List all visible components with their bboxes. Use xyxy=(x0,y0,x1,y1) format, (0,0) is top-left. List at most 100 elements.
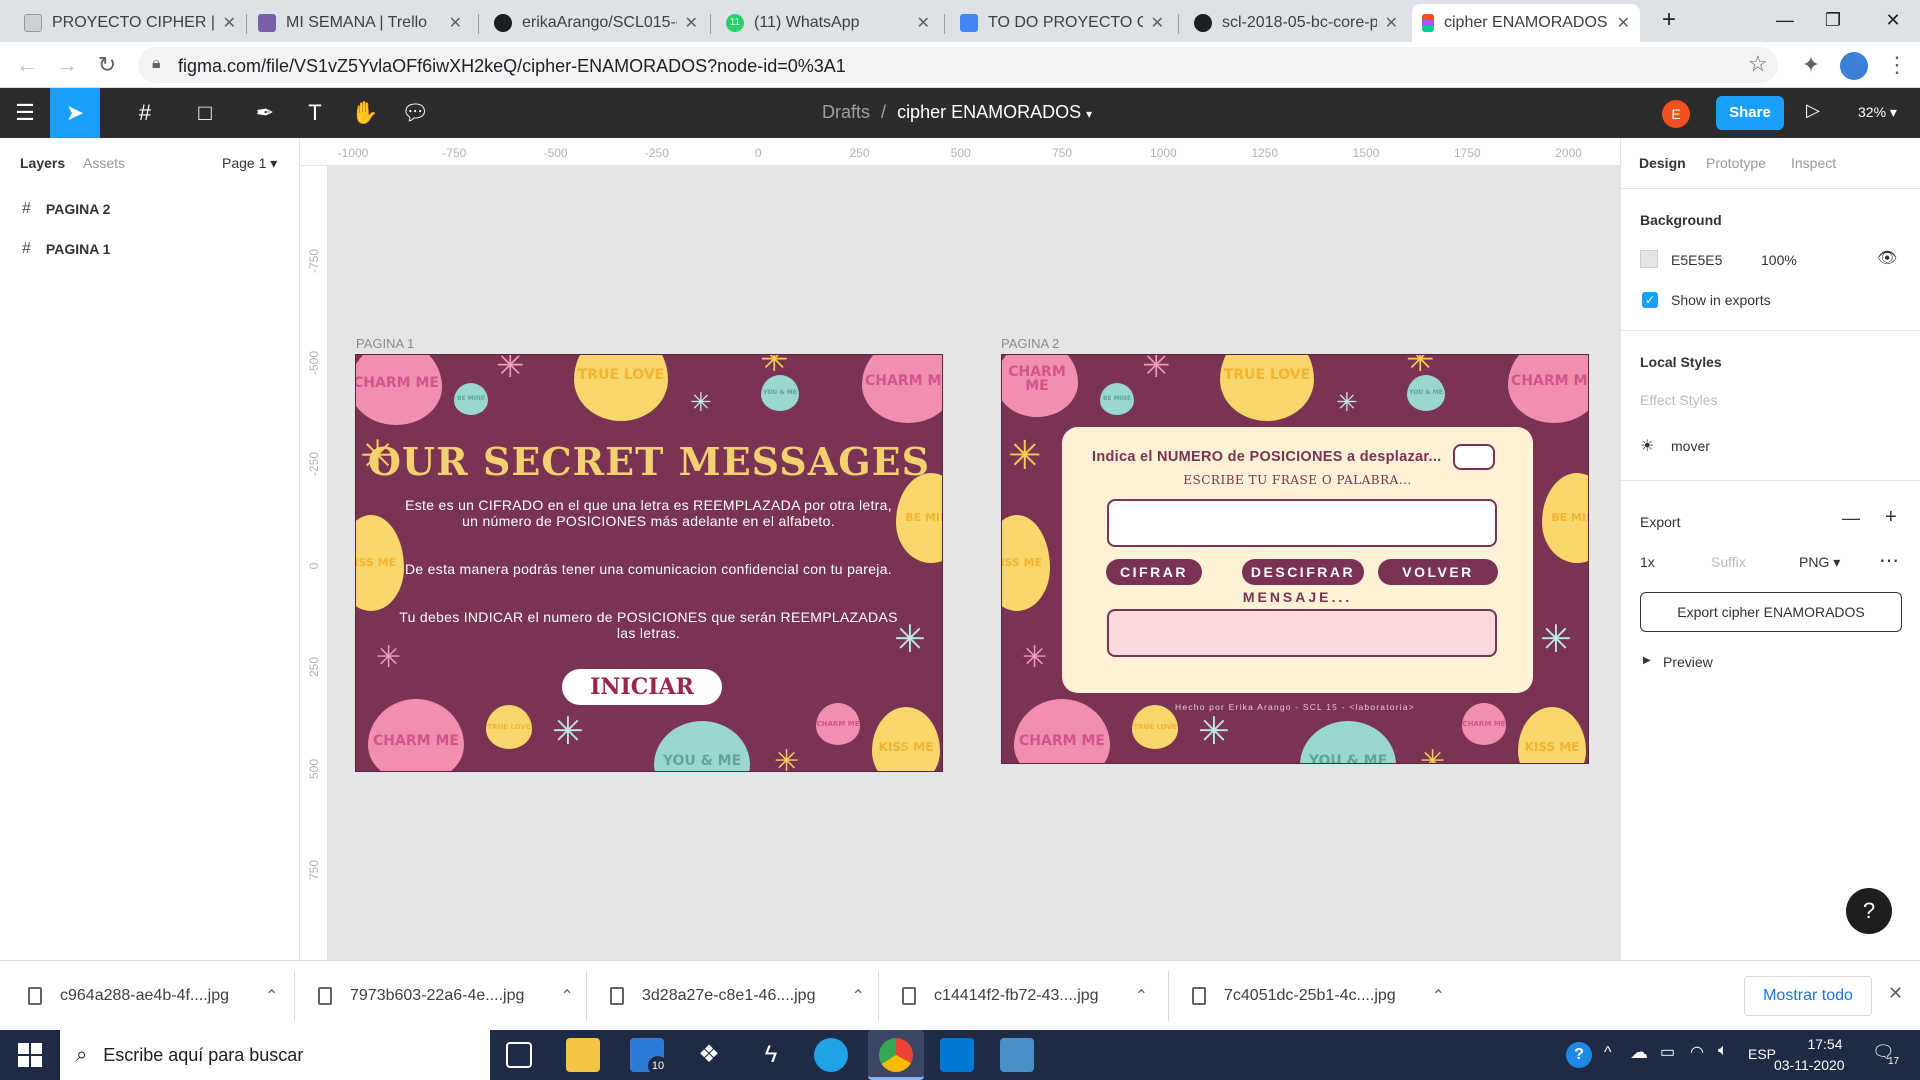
tab-assets[interactable]: Assets xyxy=(83,155,125,171)
task-view-icon[interactable] xyxy=(506,1042,532,1068)
star-icon[interactable]: ☆ xyxy=(1748,51,1768,77)
checkbox-checked[interactable]: ✓ xyxy=(1642,292,1658,308)
frame-tool-icon[interactable]: # xyxy=(120,88,170,138)
close-icon[interactable]: ✕ xyxy=(1617,13,1630,33)
canvas[interactable]: PAGINA 1 CHARM ME BE MINE ✳ TRUE LOVE ✳ … xyxy=(328,166,1620,960)
main-menu-icon[interactable]: ☰ xyxy=(0,88,50,138)
profile-avatar[interactable] xyxy=(1840,52,1868,80)
app-bolt-icon[interactable]: ϟ xyxy=(754,1038,788,1072)
color-swatch[interactable] xyxy=(1640,250,1658,268)
battery-icon[interactable]: ▭ xyxy=(1660,1042,1675,1062)
back-icon[interactable]: ← xyxy=(12,50,42,80)
language-indicator[interactable]: ESP xyxy=(1748,1046,1776,1062)
minus-icon[interactable]: — xyxy=(1842,508,1860,529)
vscode-icon[interactable] xyxy=(940,1038,974,1072)
download-item[interactable]: 7973b603-22a6-4e....jpg ⌃ xyxy=(318,961,574,1031)
close-icon[interactable]: ✕ xyxy=(1151,13,1164,33)
cifrar-button[interactable]: CIFRAR xyxy=(1106,559,1202,585)
text-tool-icon[interactable]: T xyxy=(290,88,340,138)
frame-label[interactable]: PAGINA 2 xyxy=(1001,336,1059,351)
plus-icon[interactable]: + xyxy=(1885,506,1897,529)
extensions-icon[interactable]: ✦ xyxy=(1796,50,1826,80)
positions-input[interactable] xyxy=(1453,444,1495,470)
cloud-icon[interactable]: ☁︎ xyxy=(1630,1042,1648,1063)
browser-tab[interactable]: 11 (11) WhatsApp ✕ xyxy=(716,4,940,42)
clock-time[interactable]: 17:54 xyxy=(1790,1036,1860,1052)
browser-tab[interactable]: scl-2018-05-bc-core-p ✕ xyxy=(1184,4,1408,42)
layer-item[interactable]: # PAGINA 2 xyxy=(22,200,110,218)
user-avatar[interactable]: E xyxy=(1662,100,1690,128)
clock-date[interactable]: 03-11-2020 xyxy=(1774,1057,1845,1073)
close-icon[interactable]: ✕ xyxy=(1888,983,1903,1004)
tab-prototype[interactable]: Prototype xyxy=(1706,155,1766,171)
browser-tab[interactable]: TO DO PROYECTO CIPH ✕ xyxy=(950,4,1174,42)
iniciar-button[interactable]: INICIAR xyxy=(562,669,722,705)
descifrar-button[interactable]: DESCIFRAR xyxy=(1242,559,1364,585)
frame-pagina-1[interactable]: CHARM ME BE MINE ✳ TRUE LOVE ✳ YOU & ME … xyxy=(355,354,943,772)
forward-icon[interactable]: → xyxy=(52,50,82,80)
tab-inspect[interactable]: Inspect xyxy=(1791,155,1836,171)
volume-icon[interactable]: 🔈︎ xyxy=(1718,1042,1728,1060)
close-icon[interactable]: ✕ xyxy=(685,13,698,33)
dropbox-icon[interactable]: ❖ xyxy=(692,1038,726,1072)
maximize-button[interactable]: ❐ xyxy=(1810,4,1856,36)
chevron-up-icon[interactable]: ⌃ xyxy=(851,986,864,1006)
reload-icon[interactable]: ↻ xyxy=(92,50,122,80)
windows-start-icon[interactable] xyxy=(18,1043,42,1067)
comment-tool-icon[interactable]: 💬︎ xyxy=(390,88,440,138)
file-explorer-icon[interactable] xyxy=(566,1038,600,1072)
chevron-up-icon[interactable]: ⌃ xyxy=(265,986,278,1006)
share-button[interactable]: Share xyxy=(1716,96,1784,130)
download-item[interactable]: c14414f2-fb72-43....jpg ⌃ xyxy=(902,961,1148,1031)
suffix-input[interactable]: Suffix xyxy=(1711,554,1746,570)
chevron-up-icon[interactable]: ⌃ xyxy=(1135,986,1148,1006)
background-opacity[interactable]: 100% xyxy=(1761,252,1797,268)
browser-tab[interactable]: MI SEMANA | Trello ✕ xyxy=(248,4,472,42)
url-text[interactable]: figma.com/file/VS1vZ5YvlaOFf6iwXH2keQ/ci… xyxy=(178,56,846,77)
pen-tool-icon[interactable]: ✒ xyxy=(240,88,290,138)
preview-toggle[interactable]: Preview xyxy=(1663,654,1713,670)
move-tool-icon[interactable]: ➤ xyxy=(50,88,100,138)
wifi-icon[interactable]: ◠ xyxy=(1690,1042,1704,1062)
new-tab-button[interactable]: + xyxy=(1646,4,1692,36)
show-all-button[interactable]: Mostrar todo xyxy=(1744,976,1872,1016)
browser-tab[interactable]: PROYECTO CIPHER | Tr ✕ xyxy=(14,4,246,42)
present-icon[interactable]: ▷ xyxy=(1806,100,1820,121)
mail-icon[interactable]: 10 xyxy=(630,1038,668,1076)
message-output[interactable] xyxy=(1107,609,1497,657)
window-close-button[interactable]: ✕ xyxy=(1870,4,1916,36)
menu-dots-icon[interactable]: ⋮ xyxy=(1882,50,1912,80)
browser-tab-active[interactable]: cipher ENAMORADOS ✕ xyxy=(1412,4,1640,42)
browser-tab[interactable]: erikaArango/SCL015-c ✕ xyxy=(484,4,708,42)
export-button[interactable]: Export cipher ENAMORADOS xyxy=(1640,592,1902,632)
volver-button[interactable]: VOLVER xyxy=(1378,559,1498,585)
chevron-up-icon[interactable]: ⌃ xyxy=(560,986,573,1006)
caret-right-icon[interactable]: ▶ xyxy=(1643,655,1651,666)
export-scale[interactable]: 1x xyxy=(1640,554,1655,570)
drafts-link[interactable]: Drafts xyxy=(822,102,870,122)
chevron-up-icon[interactable]: ⌃ xyxy=(1432,986,1445,1006)
file-breadcrumb[interactable]: Drafts / cipher ENAMORADOS ▾ xyxy=(822,102,1092,123)
close-icon[interactable]: ✕ xyxy=(223,13,236,33)
download-item[interactable]: c964a288-ae4b-4f....jpg ⌃ xyxy=(28,961,278,1031)
tab-layers[interactable]: Layers xyxy=(20,155,65,171)
chevron-up-icon[interactable]: ^ xyxy=(1604,1044,1612,1062)
hand-tool-icon[interactable]: ✋ xyxy=(340,88,390,138)
photos-icon[interactable] xyxy=(1000,1038,1034,1072)
taskbar-search[interactable]: ⌕ Escribe aquí para buscar xyxy=(60,1030,490,1080)
help-button[interactable]: ? xyxy=(1846,888,1892,934)
minimize-button[interactable]: — xyxy=(1762,4,1808,36)
zoom-level[interactable]: 32% ▾ xyxy=(1858,104,1897,121)
style-item[interactable]: mover xyxy=(1671,438,1710,454)
omnibox[interactable]: 🔒︎ figma.com/file/VS1vZ5YvlaOFf6iwXH2keQ… xyxy=(138,47,1778,83)
tab-design[interactable]: Design xyxy=(1639,155,1686,171)
frame-label[interactable]: PAGINA 1 xyxy=(356,336,414,351)
close-icon[interactable]: ✕ xyxy=(917,13,930,33)
download-item[interactable]: 7c4051dc-25b1-4c....jpg ⌃ xyxy=(1192,961,1445,1031)
background-hex[interactable]: E5E5E5 xyxy=(1671,252,1722,268)
rectangle-tool-icon[interactable]: □ xyxy=(180,88,230,138)
download-item[interactable]: 3d28a27e-c8e1-46....jpg ⌃ xyxy=(610,961,865,1031)
page-selector[interactable]: Page 1 ▾ xyxy=(222,155,277,172)
close-icon[interactable]: ✕ xyxy=(1385,13,1398,33)
file-name[interactable]: cipher ENAMORADOS xyxy=(897,102,1081,122)
